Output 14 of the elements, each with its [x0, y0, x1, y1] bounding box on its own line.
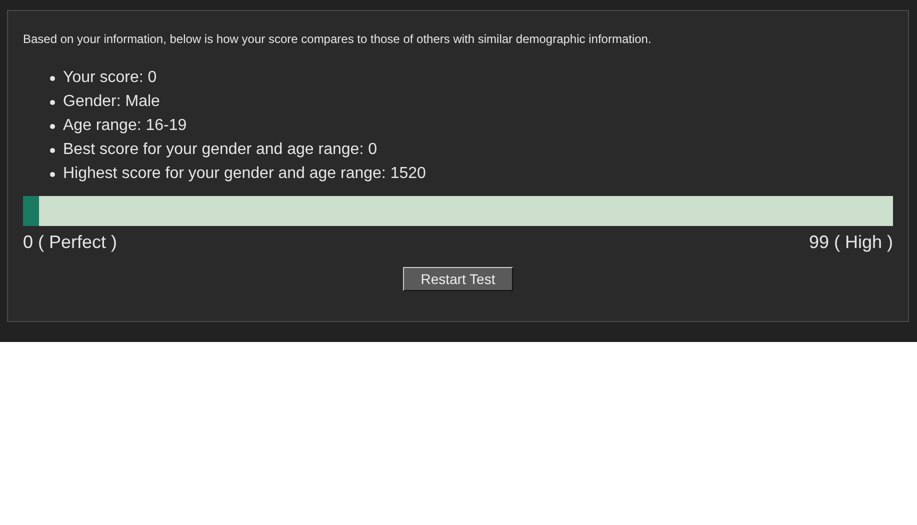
bullet-icon — [50, 76, 55, 80]
fact-text: Highest score for your gender and age range: 1520 — [63, 164, 426, 184]
bullet-icon — [50, 124, 55, 128]
bullet-icon — [50, 172, 55, 176]
fact-text: Best score for your gender and age range: 0 — [63, 140, 377, 160]
max-label: 99 ( High ) — [808, 231, 893, 253]
fact-text: Age range: 16-19 — [63, 116, 187, 136]
bullet-icon — [50, 100, 55, 104]
intro-text: Based on your information, below is how your score compares to those of others with similar demographic information. — [23, 31, 652, 47]
fact-text: Your score: 0 — [63, 68, 157, 88]
restart-button[interactable]: Restart Test — [403, 267, 513, 291]
bullet-icon — [50, 148, 55, 152]
fact-text: Gender: Male — [63, 92, 160, 112]
min-label: 0 ( Perfect ) — [23, 231, 118, 253]
